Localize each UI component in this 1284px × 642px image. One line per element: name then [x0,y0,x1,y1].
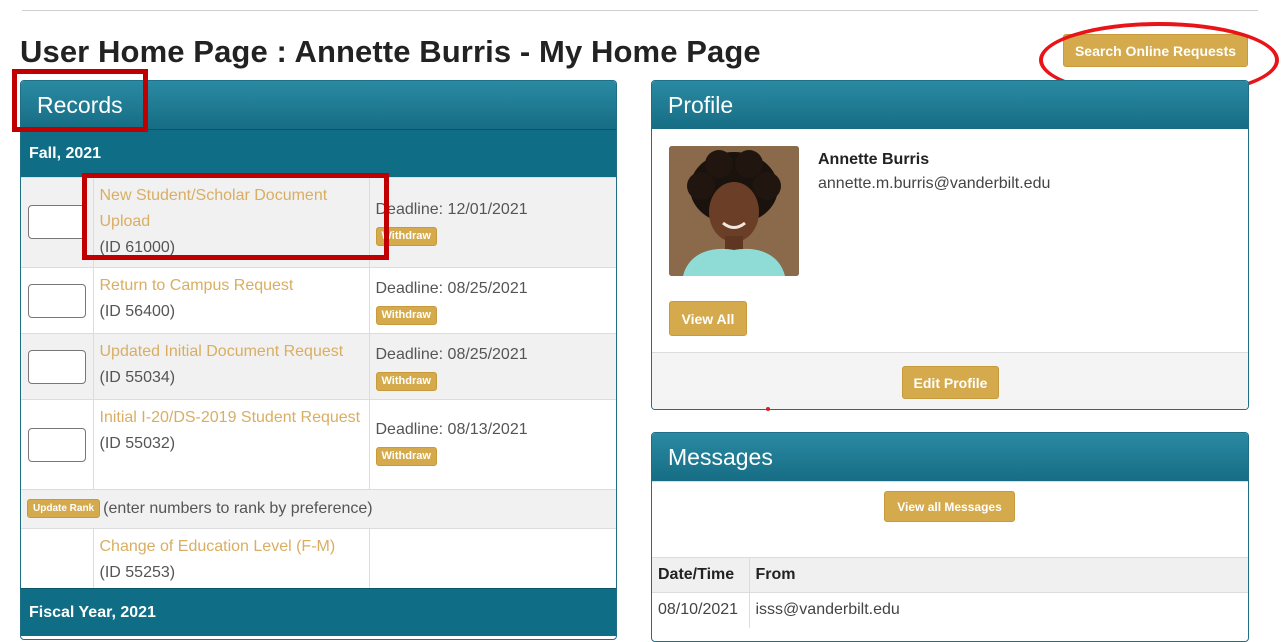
request-id: (ID 55032) [99,435,176,452]
messages-actions: View all Messages [652,481,1248,540]
request-link[interactable]: Change of Education Level (F-M) [100,534,363,560]
table-row: Change of Education Level (F-M) (ID 5525… [21,528,616,593]
request-link[interactable]: New Student/Scholar Document Upload [100,183,363,235]
profile-footer: Edit Profile [652,352,1248,409]
request-id: (ID 56400) [99,303,176,320]
withdraw-button[interactable]: Withdraw [375,371,437,391]
profile-email: annette.m.burris@vanderbilt.edu [818,175,1051,192]
deadline: Deadline: 12/01/2021 [375,201,528,218]
request-id: (ID 55034) [99,369,176,386]
withdraw-button[interactable]: Withdraw [375,305,437,325]
table-row: Updated Initial Document Request (ID 550… [21,333,616,400]
rank-input[interactable] [28,350,86,384]
avatar [669,146,799,276]
update-rank-button[interactable]: Update Rank [27,499,101,518]
message-date: 08/10/2021 [652,592,750,628]
rank-input[interactable] [28,205,86,239]
table-row: Return to Campus Request (ID 56400) Dead… [21,267,616,334]
withdraw-button[interactable]: Withdraw [375,446,437,466]
view-all-button[interactable]: View All [669,301,747,336]
request-link[interactable]: Return to Campus Request [100,273,363,299]
messages-heading: Messages [652,433,1248,481]
rank-hint: (enter numbers to rank by preference) [103,500,373,517]
table-row: Initial I-20/DS-2019 Student Request (ID… [21,399,616,490]
profile-name: Annette Burris [818,151,930,168]
update-rank-row: Update Rank (enter numbers to rank by pre… [21,489,616,529]
table-row[interactable]: 08/10/2021 isss@vanderbilt.edu [652,592,1248,628]
section-fall-2021: Fall, 2021 [21,129,616,177]
rank-input[interactable] [28,428,86,462]
request-link[interactable]: Initial I-20/DS-2019 Student Request [100,405,363,431]
messages-table: Date/Time From 08/10/2021 isss@vanderbil… [652,557,1248,628]
records-heading: Records [21,81,616,129]
messages-panel: Messages View all Messages Date/Time Fro… [651,432,1249,642]
records-table: New Student/Scholar Document Upload (ID … [21,177,616,593]
column-header-date: Date/Time [652,557,750,593]
column-header-from: From [749,557,1248,593]
rank-input[interactable] [28,284,86,318]
avatar-image [669,146,799,276]
deadline: Deadline: 08/13/2021 [375,421,528,438]
top-divider [22,10,1258,11]
profile-heading: Profile [652,81,1248,129]
message-from: isss@vanderbilt.edu [749,592,1248,628]
withdraw-button[interactable]: Withdraw [375,226,437,246]
page-title: User Home Page : Annette Burris - My Hom… [20,34,761,69]
search-online-requests-button[interactable]: Search Online Requests [1063,34,1248,67]
table-header-row: Date/Time From [652,557,1248,593]
edit-profile-button[interactable]: Edit Profile [902,366,999,399]
view-all-messages-button[interactable]: View all Messages [884,491,1015,522]
deadline: Deadline: 08/25/2021 [375,346,528,363]
red-dot [766,407,770,411]
request-link[interactable]: Updated Initial Document Request [100,339,363,365]
request-id: (ID 55253) [99,564,176,581]
deadline: Deadline: 08/25/2021 [375,280,528,297]
request-id: (ID 61000) [99,239,176,256]
records-panel: Records Fall, 2021 New Student/Scholar D… [20,80,617,640]
table-row: New Student/Scholar Document Upload (ID … [21,177,616,268]
profile-panel: Profile Annette Burris annette.m.burris@… [651,80,1249,410]
